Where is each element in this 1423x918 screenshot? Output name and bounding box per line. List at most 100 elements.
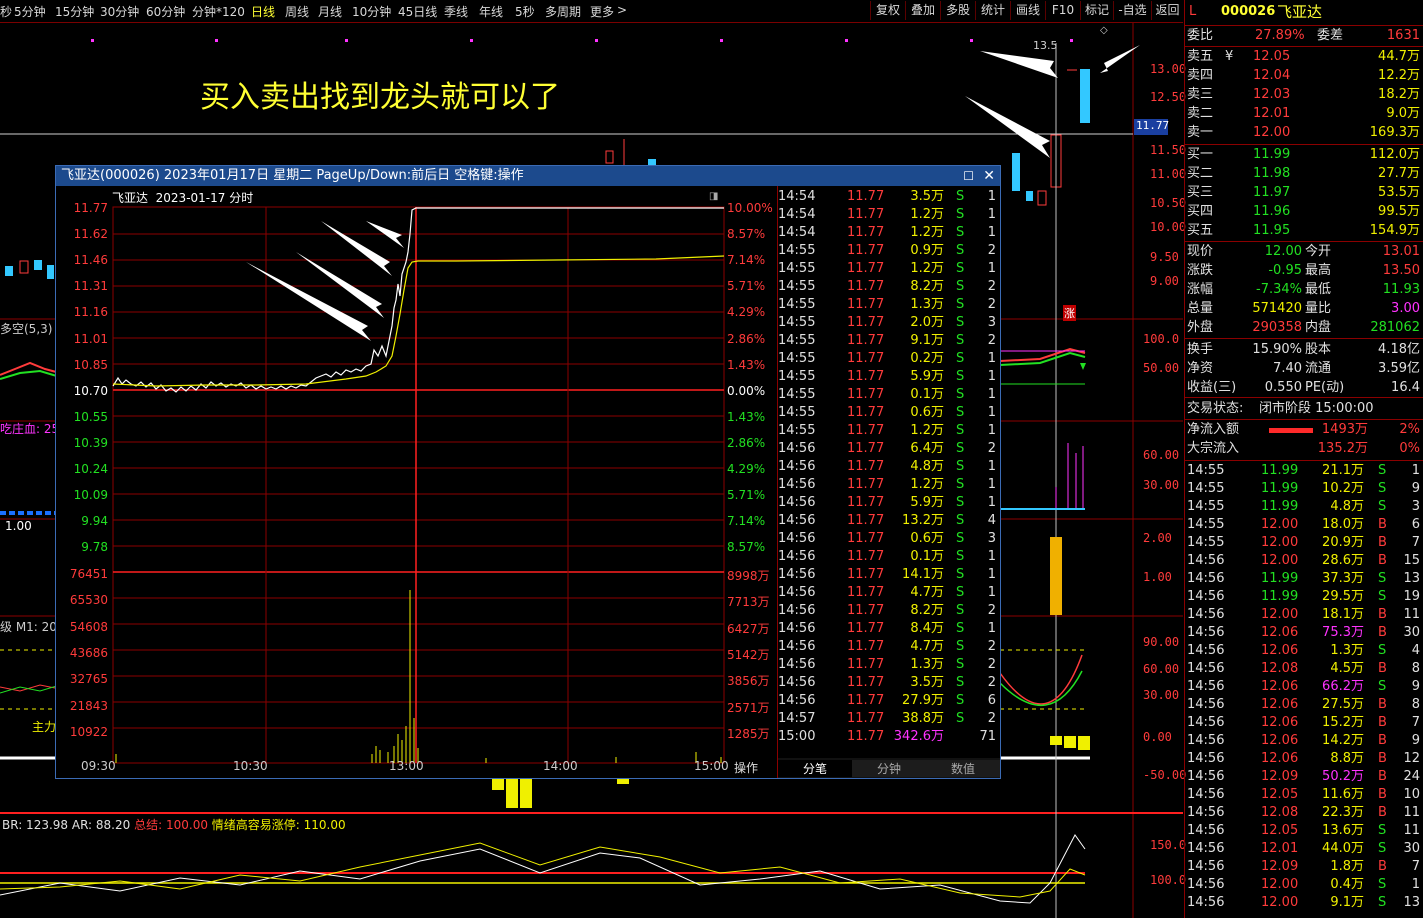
- period-tab[interactable]: 分钟*120: [192, 3, 245, 20]
- trade-count: 11: [1403, 607, 1420, 622]
- more-arrow-icon[interactable]: >: [617, 3, 627, 17]
- price-tick: 10.24: [73, 462, 108, 476]
- popup-title: 飞亚达(000026) 2023年01月17日 星期二 PageUp/Down:…: [61, 168, 524, 183]
- popup-title-bar[interactable]: 飞亚达(000026) 2023年01月17日 星期二 PageUp/Down:…: [56, 166, 1000, 186]
- period-tab[interactable]: 更多: [590, 3, 614, 20]
- tick-price: 11.77: [847, 333, 885, 348]
- tick-side: S: [956, 207, 965, 222]
- sell-level-row: 卖一 12.00 169.3万: [1185, 124, 1423, 142]
- tick-volume: 8.2万: [910, 279, 944, 294]
- price-tick: 10.70: [73, 383, 108, 398]
- trade-row: 14:55 11.99 21.1万 S 1: [1185, 462, 1423, 480]
- trade-row: 14:56 12.06 1.3万 S 4: [1185, 642, 1423, 660]
- price-tick: 9.00: [1150, 274, 1179, 288]
- tick-row: 14:55 11.77 0.1万 S 1: [778, 386, 1000, 404]
- tick-price: 11.77: [847, 711, 885, 726]
- trade-count: 12: [1403, 751, 1420, 766]
- period-tab[interactable]: 月线: [318, 3, 342, 20]
- volume-tick: 2571万: [727, 700, 770, 715]
- period-tab[interactable]: 日线: [251, 3, 275, 20]
- trade-price: 12.06: [1261, 679, 1299, 694]
- period-tab[interactable]: 年线: [479, 3, 503, 20]
- indicator-tick: 2.00: [1143, 531, 1172, 545]
- stat-label: 内盘: [1305, 320, 1332, 335]
- intraday-chart[interactable]: [56, 186, 778, 778]
- stat-value: 290358: [1252, 320, 1302, 335]
- tick-time: 14:55: [778, 261, 816, 276]
- indicator-tick: 150.0: [1150, 838, 1187, 852]
- toolbar-button[interactable]: 统计: [975, 1, 1010, 20]
- trade-time: 14:56: [1187, 895, 1225, 910]
- level-label: 卖二: [1187, 106, 1214, 121]
- stat-label: 现价: [1187, 244, 1214, 259]
- buy-level-row: 买二 11.98 27.7万: [1185, 165, 1423, 183]
- tick-side: S: [956, 495, 965, 510]
- trade-price: 11.99: [1261, 481, 1299, 496]
- volume-tick: 54608: [69, 619, 108, 634]
- period-tab[interactable]: 30分钟: [100, 3, 139, 20]
- tick-count: 3: [987, 315, 996, 330]
- tick-price: 11.77: [847, 297, 885, 312]
- flow-row: 大宗流入 135.2万 0%: [1185, 440, 1423, 458]
- level-label: 买三: [1187, 185, 1214, 200]
- trade-volume: 50.2万: [1322, 769, 1364, 784]
- price-tick: 10.85: [73, 357, 108, 372]
- toolbar-button[interactable]: 复权: [870, 1, 905, 20]
- toolbar-button[interactable]: -自选: [1113, 1, 1151, 20]
- weibi-row: 委比 27.89% 委差 1631: [1187, 28, 1420, 43]
- level-volume: 9.0万: [1386, 106, 1420, 121]
- period-tab[interactable]: 多周期: [545, 3, 581, 20]
- tick-time: 14:56: [778, 693, 816, 708]
- tick-volume: 8.4万: [910, 621, 944, 636]
- tick-count: 2: [987, 639, 996, 654]
- sell-level-row: 卖四 12.04 12.2万: [1185, 67, 1423, 85]
- trade-side: B: [1378, 517, 1387, 532]
- trade-price: 12.00: [1261, 553, 1299, 568]
- tick-count: 71: [979, 729, 996, 744]
- tick-volume: 0.1万: [910, 387, 944, 402]
- close-icon[interactable]: ✕: [983, 166, 995, 186]
- flow-bar: [1269, 428, 1313, 433]
- volume-tick: 5142万: [727, 647, 770, 662]
- trade-time: 14:56: [1187, 787, 1225, 802]
- period-tab[interactable]: 5分钟: [14, 3, 46, 20]
- period-tab[interactable]: 10分钟: [352, 3, 391, 20]
- tick-time: 14:55: [778, 369, 816, 384]
- trade-price: 11.99: [1261, 589, 1299, 604]
- level-volume: 18.2万: [1378, 87, 1420, 102]
- trade-side: S: [1378, 877, 1387, 892]
- stat-value: 4.18亿: [1378, 342, 1420, 357]
- toolbar-button[interactable]: F10: [1045, 1, 1080, 20]
- period-tab[interactable]: 15分钟: [55, 3, 94, 20]
- period-tab[interactable]: 周线: [285, 3, 309, 20]
- tab-2[interactable]: 数值: [926, 760, 1000, 777]
- intraday-popup-window[interactable]: 飞亚达(000026) 2023年01月17日 星期二 PageUp/Down:…: [55, 165, 1001, 779]
- period-tab[interactable]: 季线: [444, 3, 468, 20]
- operate-button[interactable]: 操作: [734, 759, 758, 776]
- trade-count: 1: [1411, 463, 1420, 478]
- period-tab[interactable]: 5秒: [515, 3, 535, 20]
- level-price: 11.96: [1253, 204, 1291, 219]
- maximize-icon[interactable]: ☐: [963, 166, 974, 186]
- trade-row: 14:56 12.08 4.5万 B 8: [1185, 660, 1423, 678]
- toolbar-button[interactable]: 叠加: [905, 1, 940, 20]
- toolbar-button[interactable]: 画线: [1010, 1, 1045, 20]
- trade-price: 11.99: [1261, 463, 1299, 478]
- period-tab[interactable]: 秒: [0, 3, 12, 20]
- tab-0[interactable]: 分笔: [778, 760, 852, 777]
- trade-time: 14:56: [1187, 589, 1225, 604]
- trade-count: 13: [1403, 895, 1420, 910]
- tick-count: 1: [987, 549, 996, 564]
- toolbar-button[interactable]: 标记: [1080, 1, 1113, 20]
- toolbar-button[interactable]: 多股: [940, 1, 975, 20]
- tab-1[interactable]: 分钟: [852, 760, 926, 777]
- volume-tick: 10922: [69, 724, 108, 739]
- toolbar-button[interactable]: 返回: [1151, 1, 1183, 20]
- period-tab[interactable]: 60分钟: [146, 3, 185, 20]
- indicator-label-main: 主力: [32, 720, 57, 734]
- level-label: 卖一: [1187, 125, 1214, 140]
- tick-count: 1: [987, 261, 996, 276]
- level-label: 买四: [1187, 204, 1214, 219]
- tick-price: 11.77: [847, 423, 885, 438]
- period-tab[interactable]: 45日线: [398, 3, 437, 20]
